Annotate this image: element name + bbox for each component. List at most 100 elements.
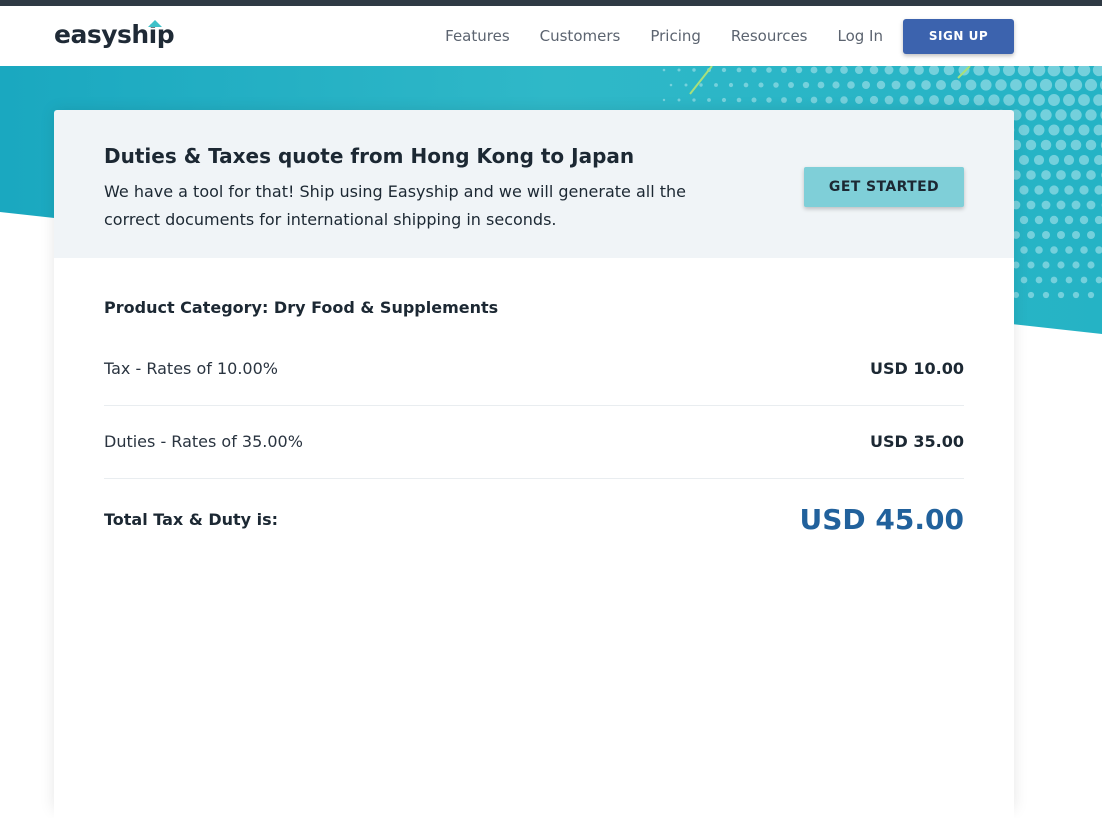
halftone-dot: [1079, 155, 1089, 165]
halftone-dot: [951, 80, 961, 90]
halftone-dot: [1040, 109, 1051, 120]
halftone-dot: [699, 83, 702, 86]
halftone-dot: [1051, 277, 1058, 284]
halftone-dot: [1049, 185, 1058, 194]
halftone-dot: [1003, 94, 1014, 105]
halftone-dot: [722, 68, 726, 72]
halftone-dot: [781, 97, 787, 103]
halftone-dot: [758, 82, 763, 87]
halftone-dot: [1027, 231, 1035, 239]
halftone-dot: [906, 80, 915, 89]
nav-pricing[interactable]: Pricing: [650, 27, 701, 45]
halftone-dot: [980, 79, 991, 90]
signup-button[interactable]: SIGN UP: [903, 19, 1014, 54]
halftone-dot: [1071, 170, 1081, 180]
top-navbar: easyship Features Customers Pricing Reso…: [0, 6, 1102, 66]
halftone-dot: [1073, 292, 1079, 298]
halftone-dot: [1080, 216, 1088, 224]
halftone-dot: [752, 98, 757, 103]
halftone-dot: [1010, 79, 1022, 91]
halftone-dot: [781, 67, 787, 73]
get-started-button[interactable]: GET STARTED: [804, 167, 964, 207]
halftone-dot: [766, 97, 771, 102]
halftone-dot: [1057, 261, 1064, 268]
halftone-dot: [921, 80, 931, 90]
halftone-dot: [1034, 155, 1044, 165]
halftone-dot: [1042, 261, 1049, 268]
duty-row: Duties - Rates of 35.00% USD 35.00: [104, 406, 964, 479]
halftone-dot: [1072, 201, 1081, 210]
halftone-dot: [1021, 277, 1028, 284]
halftone-dot: [1042, 231, 1050, 239]
halftone-dot: [1033, 94, 1045, 106]
halftone-dot: [737, 68, 742, 73]
halftone-dot: [1040, 79, 1052, 91]
halftone-dot: [1026, 140, 1036, 150]
halftone-dot: [995, 79, 1006, 90]
halftone-dot: [1020, 246, 1028, 254]
nav-features[interactable]: Features: [445, 27, 510, 45]
halftone-dot: [1088, 292, 1094, 298]
halftone-dot: [1019, 155, 1029, 165]
halftone-dot: [692, 68, 695, 71]
halftone-dot: [929, 95, 939, 105]
halftone-dot: [1063, 94, 1075, 106]
halftone-dot: [1027, 261, 1034, 268]
easyship-logo[interactable]: easyship: [54, 18, 174, 52]
halftone-dot: [692, 98, 695, 101]
duty-rate-label: Duties - Rates of 35.00%: [104, 406, 303, 478]
total-label: Total Tax & Duty is:: [104, 490, 278, 550]
halftone-dot: [840, 66, 848, 74]
halftone-dot: [825, 96, 832, 103]
halftone-dot: [1019, 125, 1030, 136]
halftone-dot: [1057, 201, 1066, 210]
halftone-dot: [1072, 231, 1080, 239]
total-amount: USD 45.00: [800, 490, 964, 550]
logo-accent-icon: [148, 20, 162, 27]
halftone-dot: [737, 98, 742, 103]
halftone-dot: [877, 81, 885, 89]
nav-customers[interactable]: Customers: [540, 27, 621, 45]
halftone-dot: [729, 83, 733, 87]
quote-card-header: Duties & Taxes quote from Hong Kong to J…: [54, 110, 1014, 258]
tax-amount: USD 10.00: [870, 333, 964, 405]
halftone-dot: [855, 66, 863, 74]
halftone-dot: [1079, 125, 1090, 136]
halftone-dot: [796, 67, 802, 73]
halftone-dot: [914, 95, 923, 104]
halftone-dot: [773, 82, 779, 88]
halftone-dot: [1055, 109, 1066, 120]
halftone-dot: [1065, 216, 1073, 224]
halftone-dot: [744, 83, 749, 88]
halftone-dot: [1042, 201, 1051, 210]
halftone-dot: [1028, 292, 1034, 298]
halftone-dot: [832, 81, 839, 88]
halftone-dot: [1025, 79, 1037, 91]
halftone-dot: [1086, 140, 1097, 151]
halftone-dot: [1018, 94, 1030, 106]
halftone-dot: [959, 95, 970, 106]
halftone-dot: [811, 97, 818, 104]
halftone-dot: [966, 80, 977, 91]
halftone-dot: [1035, 246, 1043, 254]
tax-rate-label: Tax - Rates of 10.00%: [104, 333, 278, 405]
halftone-dot: [1048, 124, 1059, 135]
nav-resources[interactable]: Resources: [731, 27, 808, 45]
halftone-dot: [1071, 140, 1082, 151]
halftone-dot: [663, 69, 666, 72]
halftone-dot: [899, 95, 908, 104]
halftone-dot: [1070, 109, 1081, 120]
halftone-dot: [1050, 216, 1058, 224]
halftone-dot: [1065, 246, 1073, 254]
nav-login[interactable]: Log In: [838, 27, 884, 45]
halftone-dot: [825, 66, 832, 73]
halftone-dot: [1058, 292, 1064, 298]
halftone-dot: [1064, 155, 1074, 165]
halftone-dot: [811, 67, 818, 74]
halftone-dot: [714, 83, 718, 87]
halftone-dot: [1085, 79, 1097, 91]
halftone-dot: [1036, 277, 1043, 284]
halftone-dot: [1043, 292, 1049, 298]
halftone-dot: [1086, 170, 1096, 180]
halftone-dot: [788, 82, 794, 88]
